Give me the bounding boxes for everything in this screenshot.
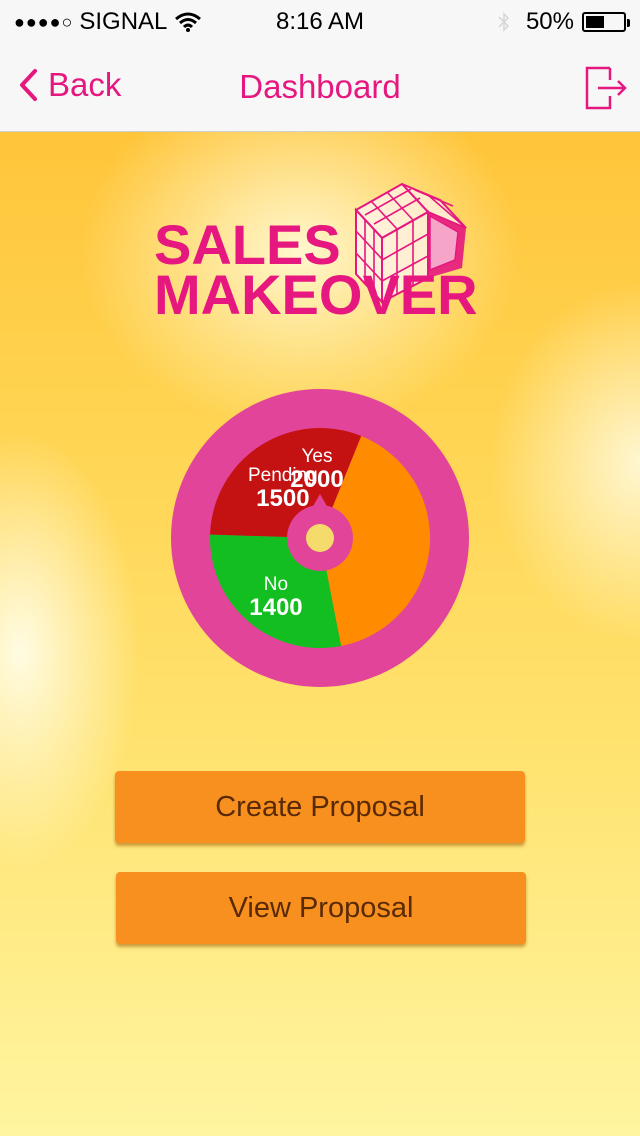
battery-tip (627, 19, 630, 27)
pie-value-pending: 1500 (256, 485, 309, 512)
battery-icon (582, 12, 630, 32)
logout-icon (585, 66, 627, 110)
logo-line2: MAKEOVER (154, 263, 478, 326)
battery-percent: 50% (525, 8, 574, 35)
pie-label-no: No (264, 574, 288, 595)
view-proposal-button[interactable]: View Proposal (116, 872, 526, 944)
pie-label-pending: Pending (248, 465, 318, 486)
bluetooth-icon (498, 11, 526, 33)
status-right: 50% (498, 8, 630, 36)
page-title: Dashboard (239, 68, 401, 105)
battery-level (586, 16, 604, 28)
navigation-bar: Back Dashboard (0, 44, 640, 132)
status-bar: ●●●●○ SIGNAL 8:16 AM 50% (0, 0, 640, 44)
logout-button[interactable] (584, 66, 628, 115)
proposal-status-pie-chart: Yes 2000 No 1400 Pending 1500 (171, 389, 469, 687)
pie-label-yes: Yes (302, 446, 333, 467)
sales-makeover-logo: SALES MAKEOVER (150, 182, 490, 326)
pie-center-dot (306, 524, 334, 552)
create-proposal-button[interactable]: Create Proposal (115, 771, 525, 843)
pie-value-no: 1400 (249, 594, 302, 621)
main-content: SALES MAKEOVER Yes 2000 No 1400 Pending 1500 … (0, 132, 640, 1136)
